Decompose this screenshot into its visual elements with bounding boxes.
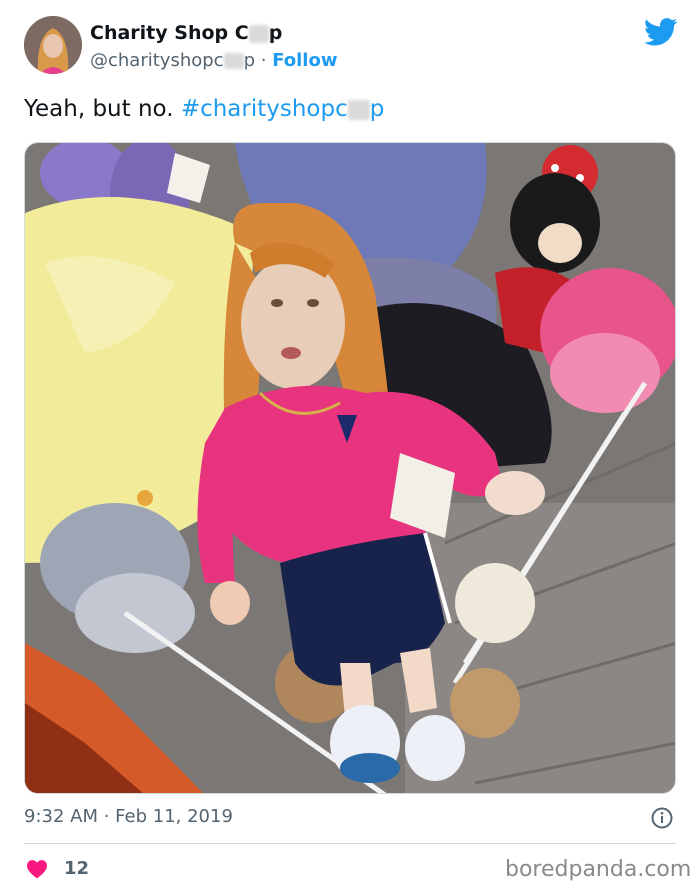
twitter-bird-icon[interactable] xyxy=(644,18,678,46)
doll-photo xyxy=(25,143,675,793)
user-handle-end[interactable]: p xyxy=(244,50,255,71)
watermark: boredpanda.com xyxy=(505,857,692,882)
display-name[interactable]: Charity Shop C p xyxy=(90,22,282,44)
heart-icon[interactable] xyxy=(26,859,48,879)
separator-dot: · xyxy=(255,50,273,71)
tweet-photo[interactable] xyxy=(24,142,676,794)
divider xyxy=(24,843,676,844)
hashtag-link[interactable]: #charityshopc p xyxy=(181,96,385,122)
censor-blur xyxy=(248,24,269,43)
tweet-body: Yeah, but no. xyxy=(24,96,181,122)
user-handle-row: @charityshopc p · Follow xyxy=(90,50,337,71)
avatar[interactable] xyxy=(24,16,82,74)
info-icon[interactable] xyxy=(651,807,673,829)
tweet-card: Charity Shop Cp @charityshopc p · Follow … xyxy=(0,0,700,896)
censor-blur xyxy=(347,99,370,120)
user-handle[interactable]: @charityshopc xyxy=(90,50,224,71)
like-count[interactable]: 12 xyxy=(64,858,89,879)
tweet-timestamp[interactable]: 9:32 AM · Feb 11, 2019 xyxy=(24,806,233,827)
follow-button[interactable]: Follow xyxy=(272,50,337,71)
tweet-text: Yeah, but no. #charityshopc p xyxy=(24,96,384,122)
display-name-text: Charity Shop C xyxy=(90,22,249,44)
display-name-text-end: p xyxy=(268,22,283,44)
censor-blur xyxy=(223,53,244,69)
